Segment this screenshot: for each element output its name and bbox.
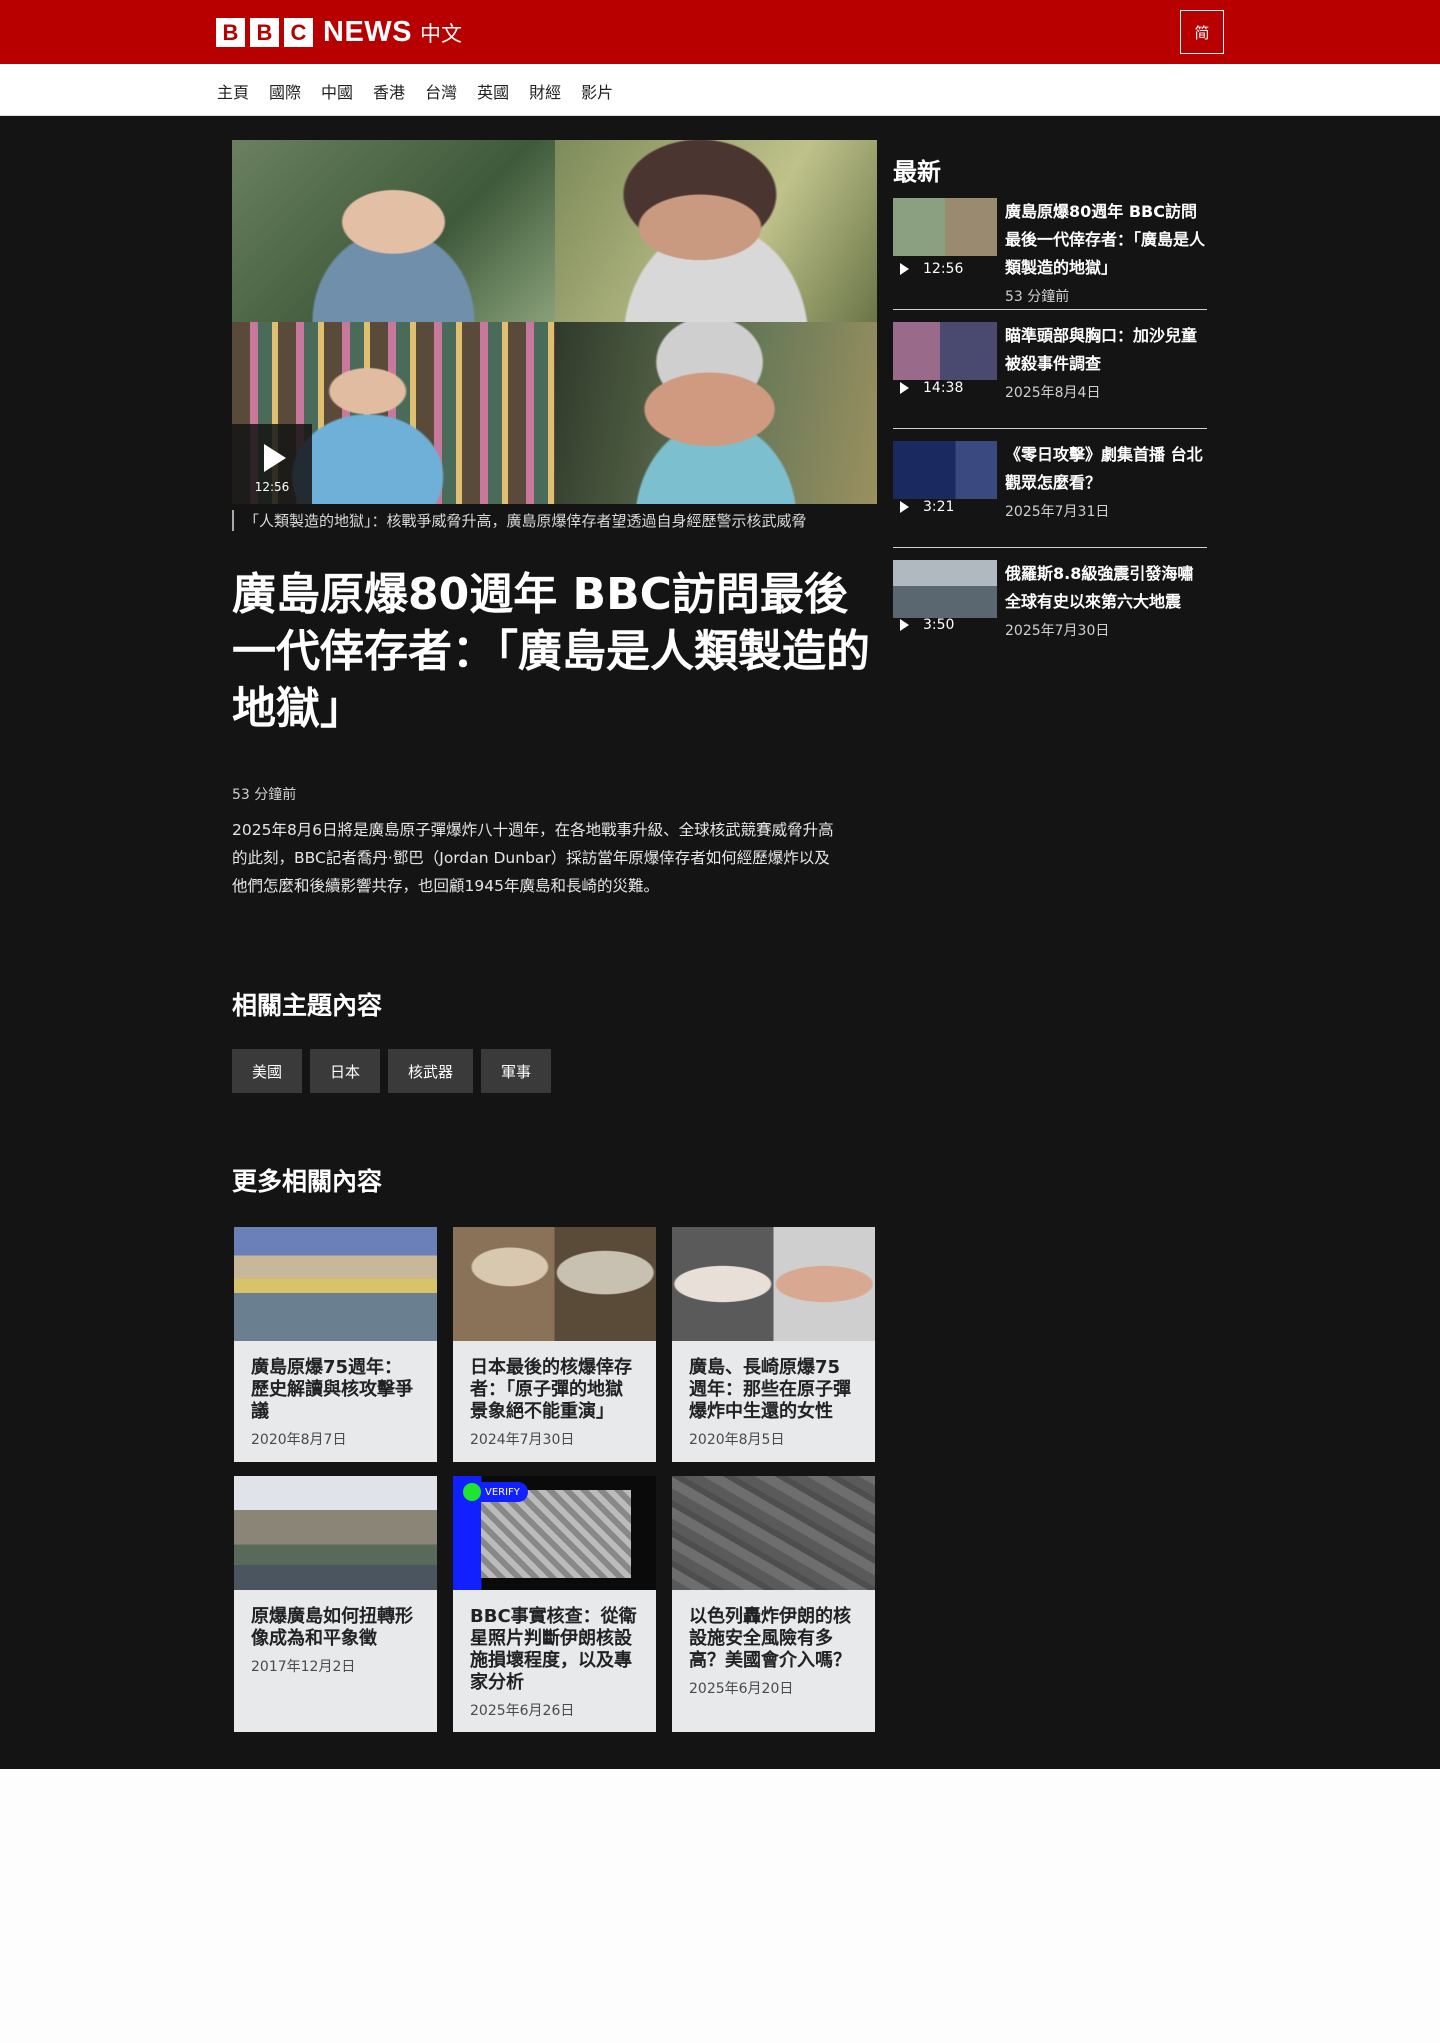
verify-badge-label: VERIFY [485, 1486, 520, 1498]
related-card[interactable]: 以色列轟炸伊朗的核設施安全風險有多高？美國會介入嗎？ 2025年6月20日 [672, 1476, 875, 1732]
card-image: VERIFY [453, 1476, 656, 1590]
play-icon [900, 501, 909, 513]
latest-duration: 12:56 [923, 261, 964, 277]
card-image [453, 1227, 656, 1341]
card-date: 2017年12月2日 [251, 1659, 356, 1675]
logo-word: NEWS [323, 16, 412, 48]
latest-thumbnail [893, 198, 997, 256]
latest-play-indicator: 3:21 [900, 499, 954, 515]
video-still-survivor-4 [554, 322, 877, 504]
nav-item-business[interactable]: 財經 [529, 79, 561, 103]
simplified-chinese-toggle-button[interactable]: 简 [1180, 10, 1224, 54]
article-timestamp: 53 分鐘前 [232, 787, 297, 803]
latest-play-indicator: 12:56 [900, 261, 963, 277]
main-navigation: 主頁 國際 中國 香港 台灣 英國 財經 影片 [0, 64, 1440, 116]
topic-tag[interactable]: 日本 [310, 1049, 381, 1093]
latest-title-text: 俄羅斯8.8級強震引發海嘯 全球有史以來第六大地震 [1005, 564, 1194, 611]
logo-letter: B [250, 18, 279, 47]
article-headline: 廣島原爆80週年 BBC訪問最後一代倖存者：「廣島是人類製造的地獄」 [232, 569, 870, 734]
nav-item-taiwan[interactable]: 台灣 [425, 79, 457, 103]
card-date: 2024年7月30日 [470, 1432, 575, 1448]
play-icon [900, 619, 909, 631]
card-date: 2020年8月5日 [689, 1432, 785, 1448]
topic-tag[interactable]: 軍事 [481, 1049, 552, 1093]
related-card[interactable]: 日本最後的核爆倖存者：「原子彈的地獄景象絕不能重演」 2024年7月30日 [453, 1227, 656, 1462]
latest-thumbnail [893, 441, 997, 499]
related-cards-row: 原爆廣島如何扭轉形像成為和平象徵 2017年12月2日 VERIFY BBC事實… [234, 1476, 876, 1732]
card-image [672, 1476, 875, 1590]
nav-item-hongkong[interactable]: 香港 [373, 79, 405, 103]
related-topics-title: 相關主題內容 [232, 991, 383, 1020]
related-card[interactable]: VERIFY BBC事實核查：從衛星照片判斷伊朗核設施損壞程度，以及專家分析 2… [453, 1476, 656, 1732]
latest-play-indicator: 3:50 [900, 617, 954, 633]
satellite-image [481, 1490, 631, 1578]
card-date: 2020年8月7日 [251, 1432, 347, 1448]
site-header: B B C NEWS 中文 简 [0, 0, 1440, 64]
nav-item-home[interactable]: 主頁 [217, 79, 249, 103]
article-summary: 2025年8月6日將是廣島原子彈爆炸八十週年，在各地戰事升級、全球核武競賽威脅升… [232, 821, 834, 895]
latest-date: 2025年8月4日 [1005, 385, 1101, 401]
card-image [234, 1227, 437, 1341]
related-card[interactable]: 廣島原爆75週年：歷史解讀與核攻擊爭議 2020年8月7日 [234, 1227, 437, 1462]
nav-item-china[interactable]: 中國 [321, 79, 353, 103]
latest-item[interactable]: 12:56 廣島原爆80週年 BBC訪問最後一代倖存者：「廣島是人類製造的地獄」… [893, 198, 1207, 310]
nav-item-world[interactable]: 國際 [269, 79, 301, 103]
latest-play-indicator: 14:38 [900, 380, 963, 396]
card-title: BBC事實核查：從衛星照片判斷伊朗核設施損壞程度，以及專家分析 [470, 1606, 637, 1693]
video-caption: 「人類製造的地獄」：核戰爭威脅升高，廣島原爆倖存者望透過自身經歷警示核武威脅 [232, 510, 877, 531]
topic-tag[interactable]: 核武器 [388, 1049, 474, 1093]
latest-date: 2025年7月30日 [1005, 623, 1110, 639]
card-date: 2025年6月26日 [470, 1703, 575, 1719]
nav-item-video[interactable]: 影片 [581, 79, 613, 103]
latest-item[interactable]: 14:38 瞄準頭部與胸口：加沙兒童被殺事件調查 2025年8月4日 [893, 322, 1207, 429]
related-topics-list: 美國 日本 核武器 軍事 [232, 1049, 559, 1093]
play-icon [900, 382, 909, 394]
logo-language: 中文 [420, 21, 462, 46]
card-title: 日本最後的核爆倖存者：「原子彈的地獄景象絕不能重演」 [470, 1357, 632, 1422]
card-title: 廣島、長崎原爆75週年：那些在原子彈爆炸中生還的女性 [689, 1357, 851, 1422]
related-card[interactable]: 廣島、長崎原爆75週年：那些在原子彈爆炸中生還的女性 2020年8月5日 [672, 1227, 875, 1462]
card-image [234, 1476, 437, 1590]
card-image [672, 1227, 875, 1341]
video-player[interactable]: 12:56 [232, 140, 877, 504]
nav-item-uk[interactable]: 英國 [477, 79, 509, 103]
latest-duration: 3:50 [923, 617, 955, 633]
latest-title-text: 瞄準頭部與胸口：加沙兒童被殺事件調查 [1005, 326, 1198, 373]
latest-duration: 14:38 [923, 380, 964, 396]
topic-tag[interactable]: 美國 [232, 1049, 303, 1093]
latest-title: 最新 [893, 158, 941, 186]
related-card[interactable]: 原爆廣島如何扭轉形像成為和平象徵 2017年12月2日 [234, 1476, 437, 1732]
bbc-news-logo[interactable]: B B C NEWS 中文 [216, 16, 462, 49]
latest-thumbnail [893, 322, 997, 380]
video-duration: 12:56 [254, 480, 290, 494]
bbc-verify-badge: VERIFY [461, 1482, 528, 1502]
card-title: 以色列轟炸伊朗的核設施安全風險有多高？美國會介入嗎？ [689, 1606, 851, 1671]
latest-date: 2025年7月31日 [1005, 504, 1110, 520]
card-date: 2025年6月20日 [689, 1681, 794, 1697]
video-still-survivor-2 [554, 140, 877, 322]
card-title: 廣島原爆75週年：歷史解讀與核攻擊爭議 [251, 1357, 413, 1422]
play-icon [264, 444, 286, 472]
latest-list: 12:56 廣島原爆80週年 BBC訪問最後一代倖存者：「廣島是人類製造的地獄」… [893, 198, 1207, 656]
latest-thumbnail [893, 560, 997, 618]
logo-letter: C [284, 18, 313, 47]
play-icon [900, 263, 909, 275]
latest-title-text: 廣島原爆80週年 BBC訪問最後一代倖存者：「廣島是人類製造的地獄」 [1005, 202, 1206, 277]
more-related-title: 更多相關內容 [232, 1167, 383, 1196]
video-still-survivor-1 [232, 140, 555, 322]
latest-date: 53 分鐘前 [1005, 289, 1070, 305]
card-title: 原爆廣島如何扭轉形像成為和平象徵 [251, 1606, 413, 1649]
latest-item[interactable]: 3:50 俄羅斯8.8級強震引發海嘯 全球有史以來第六大地震 2025年7月30… [893, 560, 1207, 656]
related-cards-row: 廣島原爆75週年：歷史解讀與核攻擊爭議 2020年8月7日 日本最後的核爆倖存者… [234, 1227, 876, 1462]
verify-dot-icon [463, 1483, 481, 1501]
content-area: 12:56 「人類製造的地獄」：核戰爭威脅升高，廣島原爆倖存者望透過自身經歷警示… [0, 116, 1440, 1769]
latest-title-text: 《零日攻擊》劇集首播 台北觀眾怎麼看？ [1005, 445, 1203, 492]
latest-duration: 3:21 [923, 499, 955, 515]
logo-letter: B [216, 18, 245, 47]
latest-item[interactable]: 3:21 《零日攻擊》劇集首播 台北觀眾怎麼看？ 2025年7月31日 [893, 441, 1207, 548]
play-button[interactable]: 12:56 [232, 424, 312, 504]
